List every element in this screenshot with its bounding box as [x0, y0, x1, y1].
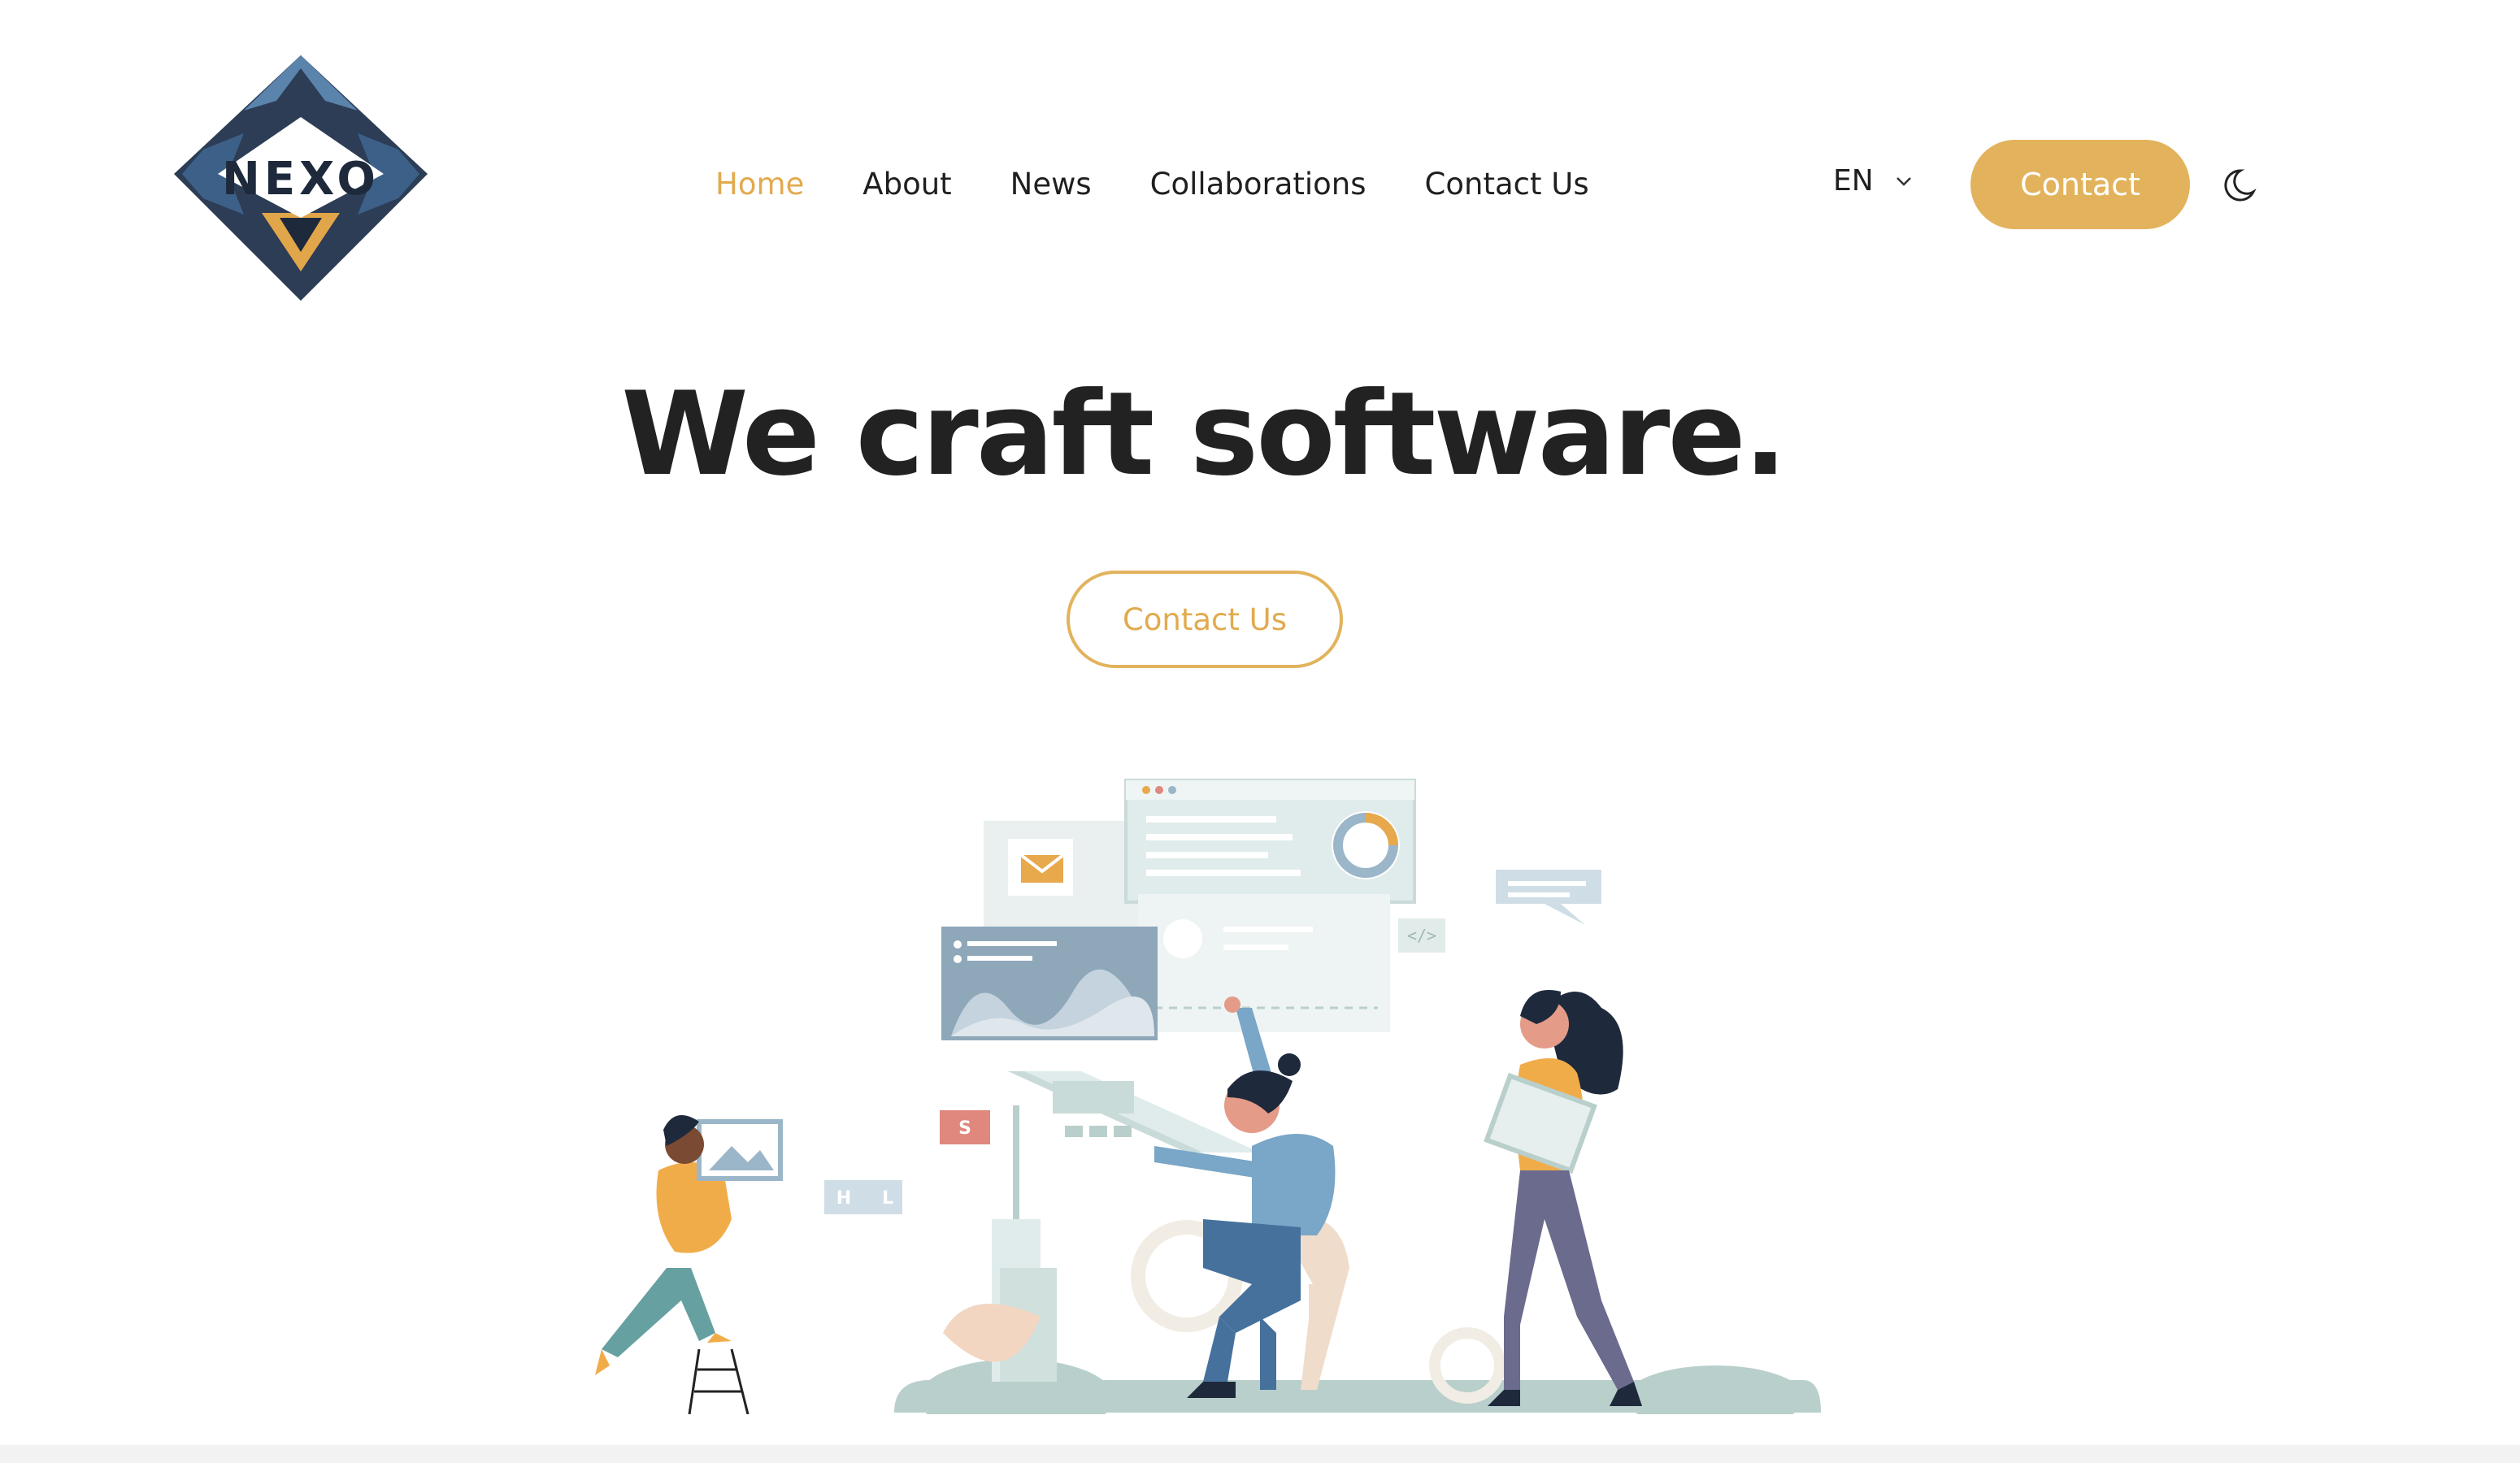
- letter-l: L: [882, 1188, 893, 1209]
- hero-contact-button[interactable]: Contact Us: [1067, 571, 1343, 668]
- nav-item-news[interactable]: News: [1010, 167, 1092, 202]
- code-tag-label: </>: [1407, 926, 1436, 945]
- main-nav: Home About News Collaborations Contact U…: [715, 159, 1589, 208]
- nexo-logo[interactable]: NEXO: [171, 52, 431, 304]
- nav-item-about[interactable]: About: [862, 167, 951, 202]
- chevron-down-icon: [1895, 176, 1913, 187]
- logo-text: NEXO: [222, 153, 380, 206]
- nav-item-contact-us[interactable]: Contact Us: [1425, 167, 1589, 202]
- header-contact-button[interactable]: Contact: [1970, 140, 2190, 229]
- team-illustration: </> S H L: [585, 764, 1821, 1414]
- language-selector[interactable]: EN: [1833, 164, 1913, 198]
- letter-s: S: [958, 1118, 971, 1139]
- hero-title: We craft software.: [621, 367, 1787, 501]
- page-bottom-strip: [0, 1445, 2520, 1463]
- language-label: EN: [1833, 164, 1874, 198]
- nav-item-home[interactable]: Home: [715, 167, 804, 202]
- letter-h: H: [836, 1188, 851, 1209]
- nav-item-collaborations[interactable]: Collaborations: [1150, 167, 1366, 202]
- moon-icon[interactable]: [2219, 166, 2258, 205]
